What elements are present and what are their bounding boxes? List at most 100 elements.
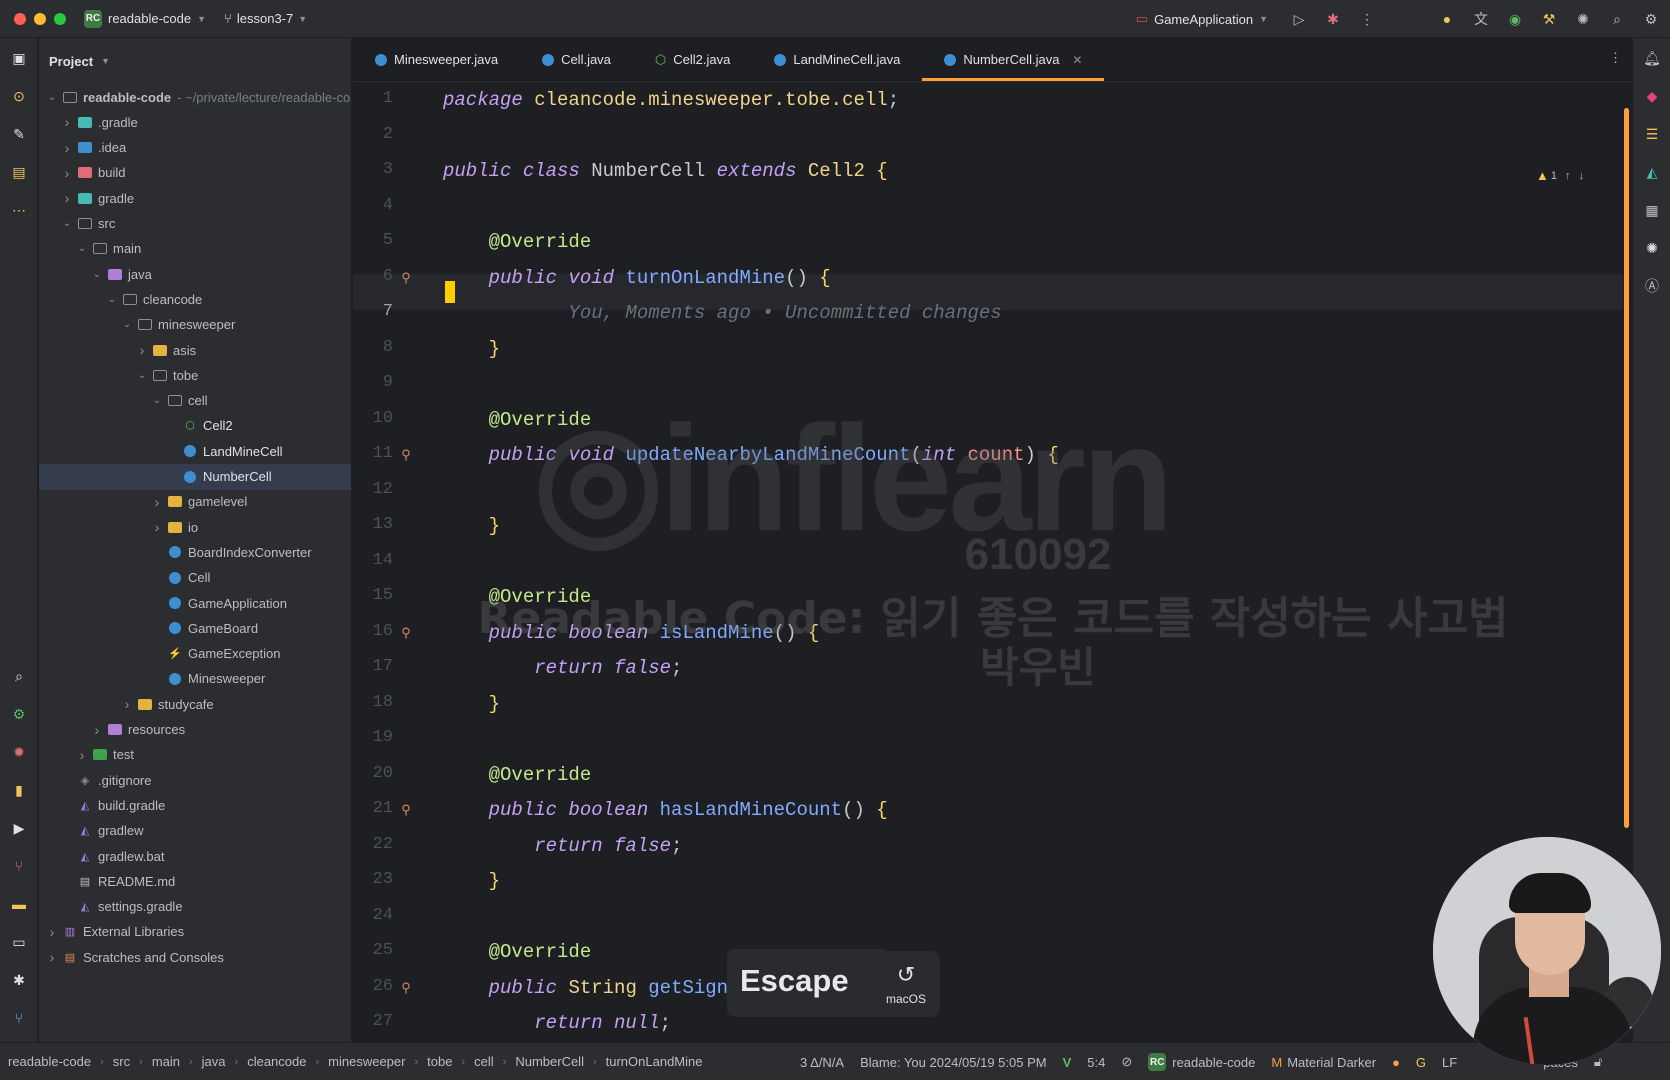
translate-icon[interactable]: 文 bbox=[1472, 10, 1490, 28]
tree-item[interactable]: ⬡ Cell2 bbox=[39, 413, 351, 439]
search-icon[interactable]: ⌕ bbox=[1608, 10, 1626, 28]
status-dot-icon[interactable]: ◉ bbox=[1506, 10, 1524, 28]
maximize-window-button[interactable] bbox=[54, 12, 66, 25]
breadcrumb-item[interactable]: readable-code bbox=[8, 1054, 91, 1069]
gradle-icon[interactable]: ◭ bbox=[1642, 162, 1662, 182]
terminal-icon[interactable]: ▭ bbox=[9, 932, 29, 952]
tree-item[interactable]: › gradle bbox=[39, 185, 351, 211]
chevron-right-icon[interactable]: › bbox=[60, 140, 74, 156]
close-window-button[interactable] bbox=[14, 12, 26, 25]
plugin-icon[interactable]: ◆ bbox=[1642, 86, 1662, 106]
todo-icon[interactable]: ▮ bbox=[9, 780, 29, 800]
chevron-right-icon[interactable]: › bbox=[135, 342, 149, 358]
editor-tab[interactable]: ⬡ Cell2.java bbox=[633, 38, 752, 81]
close-tab-icon[interactable]: ✕ bbox=[1072, 53, 1082, 67]
version-control-icon[interactable]: ⑂ bbox=[9, 1008, 29, 1028]
breadcrumb-item[interactable]: src bbox=[113, 1054, 130, 1069]
tree-item[interactable]: › .gradle bbox=[39, 109, 351, 135]
implements-method-icon[interactable]: ⚲ bbox=[397, 269, 415, 287]
code-with-me-icon[interactable]: ● bbox=[1438, 10, 1456, 28]
minimize-window-button[interactable] bbox=[34, 12, 46, 25]
next-highlight-icon[interactable]: ↓ bbox=[1579, 170, 1585, 182]
tree-item[interactable]: GameBoard bbox=[39, 615, 351, 641]
implements-method-icon[interactable]: ⚲ bbox=[397, 446, 415, 464]
debug-tool-icon[interactable]: ✱ bbox=[9, 970, 29, 990]
vcs-status[interactable]: 3 Δ/N/A bbox=[800, 1055, 844, 1070]
chevron-right-icon[interactable]: › bbox=[150, 519, 164, 535]
commit-icon[interactable]: ⊙ bbox=[9, 86, 29, 106]
project-panel-header[interactable]: Project ▼ bbox=[39, 38, 351, 84]
no-edit-icon[interactable]: ⊘ bbox=[1121, 1054, 1132, 1070]
breadcrumb-item[interactable]: main bbox=[152, 1054, 180, 1069]
tree-item[interactable]: › test bbox=[39, 742, 351, 768]
tree-item[interactable]: ⌄ java bbox=[39, 261, 351, 287]
breadcrumb-item[interactable]: minesweeper bbox=[328, 1054, 405, 1069]
tree-item[interactable]: › ▥ External Libraries bbox=[39, 919, 351, 945]
tree-item[interactable]: ⌄ readable-code - ~/private/lecture/readab… bbox=[39, 84, 351, 110]
text-icon[interactable]: Ⓐ bbox=[1642, 276, 1662, 296]
ai-icon[interactable]: ✺ bbox=[1642, 238, 1662, 258]
tree-item[interactable]: › asis bbox=[39, 337, 351, 363]
chevron-right-icon[interactable]: › bbox=[60, 190, 74, 206]
editor-scrollbar[interactable] bbox=[1624, 108, 1629, 828]
editor-tab[interactable]: LandMineCell.java bbox=[752, 38, 922, 81]
tree-item[interactable]: Cell bbox=[39, 565, 351, 591]
build-tools-icon[interactable]: ⚒ bbox=[1540, 10, 1558, 28]
breadcrumb-item[interactable]: cell bbox=[474, 1054, 494, 1069]
chevron-down-icon[interactable]: ⌄ bbox=[120, 319, 134, 330]
git-icon[interactable]: ⑂ bbox=[9, 856, 29, 876]
tree-item[interactable]: ⌄ src bbox=[39, 211, 351, 237]
tree-item[interactable]: › build bbox=[39, 160, 351, 186]
tree-item[interactable]: ⌄ minesweeper bbox=[39, 312, 351, 338]
find-icon[interactable]: ⌕ bbox=[9, 666, 29, 686]
breadcrumb-item[interactable]: java bbox=[202, 1054, 226, 1069]
tree-item[interactable]: BoardIndexConverter bbox=[39, 539, 351, 565]
chevron-right-icon[interactable]: › bbox=[150, 494, 164, 510]
chevron-down-icon[interactable]: ⌄ bbox=[150, 395, 164, 406]
chevron-right-icon[interactable]: › bbox=[60, 165, 74, 181]
chevron-right-icon[interactable]: › bbox=[45, 924, 59, 940]
editor-tab[interactable]: Cell.java bbox=[520, 38, 633, 81]
services-icon[interactable]: ⚙ bbox=[9, 704, 29, 724]
implements-method-icon[interactable]: ⚲ bbox=[397, 979, 415, 997]
chevron-down-icon[interactable]: ⌄ bbox=[60, 218, 74, 229]
status-circle-icon[interactable]: ● bbox=[1392, 1055, 1400, 1070]
chevron-down-icon[interactable]: ⌄ bbox=[135, 370, 149, 381]
inspection-widget[interactable]: ▲ 1 ↑ ↓ bbox=[1536, 168, 1584, 183]
more-tools-icon[interactable]: ⋯ bbox=[9, 200, 29, 220]
database-icon[interactable]: ☰ bbox=[1642, 124, 1662, 144]
tree-item[interactable]: ◭ gradlew.bat bbox=[39, 843, 351, 869]
breadcrumb-item[interactable]: tobe bbox=[427, 1054, 452, 1069]
tree-item[interactable]: ⌄ tobe bbox=[39, 362, 351, 388]
notes-icon[interactable]: ▬ bbox=[9, 894, 29, 914]
tree-item[interactable]: › studycafe bbox=[39, 691, 351, 717]
tree-item[interactable]: › ▤ Scratches and Consoles bbox=[39, 944, 351, 970]
tree-item[interactable]: NumberCell bbox=[39, 463, 351, 490]
vim-icon[interactable]: V bbox=[1063, 1055, 1072, 1070]
more-actions-icon[interactable]: ⋮ bbox=[1358, 10, 1376, 28]
tree-item[interactable]: › .idea bbox=[39, 135, 351, 161]
structure-icon[interactable]: ▤ bbox=[9, 162, 29, 182]
pull-requests-icon[interactable]: ✎ bbox=[9, 124, 29, 144]
tree-item[interactable]: › resources bbox=[39, 717, 351, 743]
chevron-right-icon[interactable]: › bbox=[60, 114, 74, 130]
branch-selector[interactable]: ⑂ lesson3-7 ▼ bbox=[224, 11, 307, 26]
blame-info[interactable]: Blame: You 2024/05/19 5:05 PM bbox=[860, 1055, 1046, 1070]
tree-item[interactable]: › gamelevel bbox=[39, 489, 351, 515]
tabs-more-icon[interactable]: ⋮ bbox=[1609, 50, 1622, 66]
chevron-down-icon[interactable]: ⌄ bbox=[75, 243, 89, 254]
tree-item[interactable]: ◭ build.gradle bbox=[39, 792, 351, 818]
project-selector[interactable]: RC readable-code ▼ bbox=[84, 9, 206, 28]
implements-method-icon[interactable]: ⚲ bbox=[397, 801, 415, 819]
debug-icon[interactable]: ✱ bbox=[1324, 10, 1342, 28]
tree-item[interactable]: ◭ settings.gradle bbox=[39, 894, 351, 920]
ai-assistant-icon[interactable]: ✺ bbox=[1574, 10, 1592, 28]
editor-tab[interactable]: NumberCell.java ✕ bbox=[922, 38, 1105, 81]
chevron-right-icon[interactable]: › bbox=[90, 722, 104, 738]
table-icon[interactable]: ▦ bbox=[1642, 200, 1662, 220]
tree-item[interactable]: ⚡ GameException bbox=[39, 641, 351, 667]
tree-item[interactable]: ▤ README.md bbox=[39, 868, 351, 894]
chevron-down-icon[interactable]: ⌄ bbox=[105, 294, 119, 305]
chevron-right-icon[interactable]: › bbox=[120, 696, 134, 712]
run-config-selector[interactable]: ▭ GameApplication ▼ bbox=[1136, 11, 1268, 27]
